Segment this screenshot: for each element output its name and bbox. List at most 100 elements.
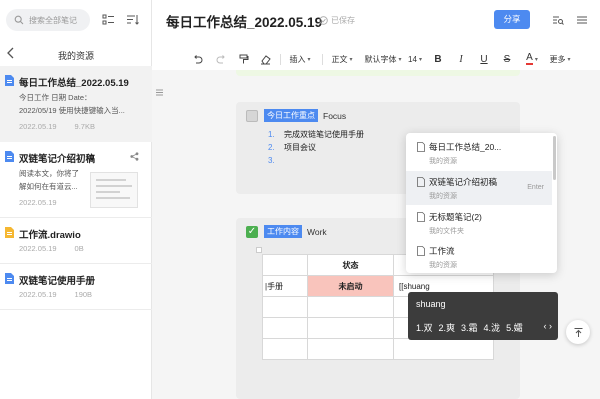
sort-icon[interactable]: [126, 13, 139, 26]
ime-candidate[interactable]: 2.爽: [439, 321, 456, 334]
table-header-cell[interactable]: 状态: [307, 254, 394, 276]
format-painter-button[interactable]: [236, 52, 250, 66]
outline-toggle-icon[interactable]: [154, 87, 165, 98]
list-item-doc[interactable]: 双链笔记介绍初稿 阅读本文，你将了 解如何在有道云... 2022.05.19: [0, 142, 152, 218]
italic-button[interactable]: I: [455, 52, 467, 66]
ime-candidate-window: shuang 1.双 2.爽 3.霜 4.泷 5.孀 ‹ ›: [408, 292, 558, 340]
table-handle[interactable]: [256, 247, 262, 253]
insert-menu[interactable]: 插入 ▾: [288, 52, 312, 66]
ime-candidate[interactable]: 3.霜: [461, 321, 478, 334]
redo-button[interactable]: [214, 52, 228, 66]
table-cell[interactable]: [262, 254, 308, 276]
scroll-to-top-button[interactable]: [566, 320, 590, 344]
suggestion-folder: 我的资源: [429, 158, 457, 165]
document-outline-icon: [417, 246, 425, 256]
list-view-icon[interactable]: [102, 13, 115, 26]
bold-button[interactable]: B: [432, 52, 444, 66]
font-family-select[interactable]: 默认字体 ▾: [363, 52, 403, 66]
doc-snippet: 2022/05/19 使用快捷键输入当...: [19, 106, 125, 115]
note-link-suggestions: 每日工作总结_20... 我的资源 双链笔记介绍初稿 我的资源 Enter 无标…: [406, 133, 557, 273]
font-color-icon: A: [526, 52, 533, 65]
ime-candidate[interactable]: 5.孀: [506, 321, 523, 334]
doc-snippet: 阅读本文，你将了: [19, 169, 79, 178]
page-title[interactable]: 每日工作总结_2022.05.19: [166, 11, 322, 31]
ime-pinyin: shuang: [416, 299, 446, 309]
header: 每日工作总结_2022.05.19 已保存 分享: [152, 0, 600, 42]
paint-brush-icon: [239, 54, 248, 63]
suggestion-item[interactable]: 无标题笔记(2) 我的文件夹: [406, 206, 552, 240]
table-cell[interactable]: [307, 338, 394, 360]
status-cell[interactable]: 未启动: [307, 275, 394, 297]
eraser-icon: [260, 54, 271, 64]
share-button[interactable]: 分享: [494, 10, 530, 29]
focus-label: 今日工作重点: [264, 109, 318, 122]
doc-meta: 2022.05.19 0B: [19, 244, 84, 253]
doc-name: 双链笔记介绍初稿: [19, 154, 96, 165]
list-item-doc[interactable]: 双链笔记使用手册 2022.05.19 190B: [0, 264, 152, 310]
divider: [280, 54, 281, 65]
table-cell[interactable]: |手册: [262, 275, 308, 297]
clear-format-button[interactable]: [258, 52, 272, 66]
redo-icon: [216, 54, 225, 63]
list-item-doc[interactable]: 每日工作总结_2022.05.19 今日工作 日期 Date： 2022/05/…: [0, 66, 152, 142]
doc-thumbnail: [90, 172, 138, 208]
doc-date: 2022.05.19: [19, 122, 57, 131]
suggestion-item-selected[interactable]: 双链笔记介绍初稿 我的资源 Enter: [406, 171, 552, 205]
popup-scrollbar[interactable]: [553, 136, 556, 180]
underline-button[interactable]: U: [478, 52, 490, 66]
strikethrough-icon: S: [503, 53, 511, 65]
document-outline-icon: [417, 142, 425, 152]
suggestion-item[interactable]: 每日工作总结_20... 我的资源: [406, 136, 552, 170]
font-size-label: 14: [408, 54, 417, 64]
drawio-file-icon: [5, 227, 14, 238]
doc-name: 每日工作总结_2022.05.19: [19, 78, 129, 89]
save-status: 已保存: [319, 15, 355, 26]
more-button[interactable]: 更多 ▾: [548, 52, 572, 66]
find-icon[interactable]: [552, 14, 564, 26]
table-cell[interactable]: [393, 338, 494, 360]
doc-meta: 2022.05.19: [19, 198, 57, 207]
italic-icon: I: [459, 53, 463, 65]
table-cell[interactable]: [307, 317, 394, 339]
doc-name: 双链笔记使用手册: [19, 276, 96, 287]
doc-meta: 2022.05.19 190B: [19, 290, 92, 299]
search-input[interactable]: 搜索全部笔记: [6, 9, 90, 31]
table-cell[interactable]: [262, 296, 308, 318]
ime-candidates: 1.双 2.爽 3.霜 4.泷 5.孀: [416, 321, 529, 334]
work-label: 工作内容: [264, 225, 302, 238]
table-cell[interactable]: [307, 296, 394, 318]
suggestion-title: 双链笔记介绍初稿: [429, 177, 498, 187]
document-icon: [5, 151, 14, 162]
table-cell[interactable]: [262, 338, 308, 360]
share-icon[interactable]: [130, 152, 139, 161]
strikethrough-button[interactable]: S: [501, 52, 513, 66]
doc-size: 0B: [74, 244, 84, 253]
divider: [0, 309, 152, 310]
list-item[interactable]: 1. 完成双链笔记使用手册: [268, 128, 364, 141]
list-item[interactable]: 3.: [268, 154, 364, 167]
ime-candidate[interactable]: 4.泷: [484, 321, 501, 334]
ordered-list[interactable]: 1. 完成双链笔记使用手册 2. 项目会议 3.: [268, 128, 364, 167]
list-item[interactable]: 2. 项目会议: [268, 141, 364, 154]
bold-icon: B: [434, 53, 442, 65]
undo-button[interactable]: [190, 52, 204, 66]
ime-page-arrows[interactable]: ‹ ›: [544, 321, 553, 331]
doc-name: 工作流.drawio: [19, 230, 81, 241]
doc-snippet: 今日工作 日期 Date：: [19, 93, 92, 102]
undo-icon: [193, 54, 202, 63]
font-size-select[interactable]: 14 ▾: [407, 52, 423, 66]
document-outline-icon: [417, 177, 425, 187]
font-family-label: 默认字体: [364, 54, 397, 64]
paragraph-style-select[interactable]: 正文 ▾: [330, 52, 354, 66]
suggestion-item[interactable]: 工作流 我的资源: [406, 240, 552, 273]
font-color-button[interactable]: A ▾: [523, 52, 541, 66]
work-en-label: Work: [307, 226, 327, 237]
ime-candidate[interactable]: 1.双: [416, 321, 433, 334]
table-cell[interactable]: [262, 317, 308, 339]
document-icon: [5, 273, 14, 284]
more-menu-icon[interactable]: [576, 14, 588, 26]
sidebar: 搜索全部笔记 我的资源 每日工作总结_2022.05.19 今日工作 日期 Da…: [0, 0, 152, 399]
document-outline-icon: [417, 212, 425, 222]
list-item-doc[interactable]: 工作流.drawio 2022.05.19 0B: [0, 218, 152, 264]
table-row: [262, 338, 494, 360]
